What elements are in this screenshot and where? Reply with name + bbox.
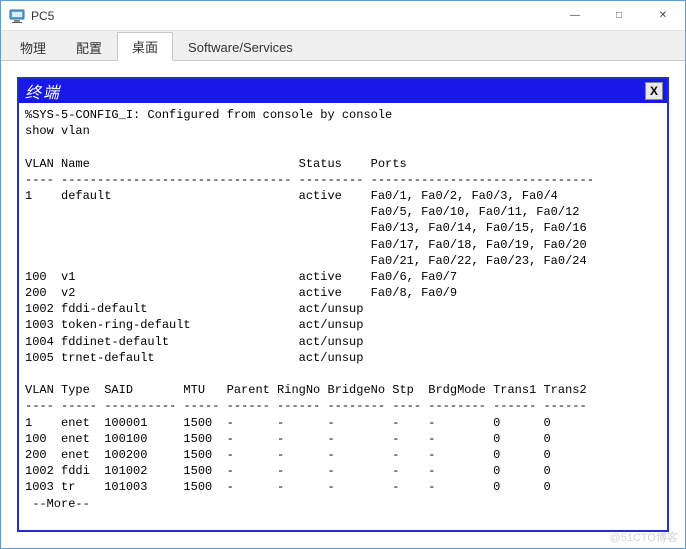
window-titlebar: PC5 — □ ✕ xyxy=(1,1,685,31)
maximize-button[interactable]: □ xyxy=(597,1,641,30)
terminal-title: 终端 xyxy=(25,79,645,103)
terminal-output[interactable]: %SYS-5-CONFIG_I: Configured from console… xyxy=(19,103,667,530)
terminal-close-button[interactable]: X xyxy=(645,82,663,100)
app-window: PC5 — □ ✕ 物理 配置 桌面 Software/Services 终端 … xyxy=(0,0,686,549)
tab-physical[interactable]: 物理 xyxy=(5,32,61,61)
main-tabs: 物理 配置 桌面 Software/Services xyxy=(1,31,685,61)
window-title: PC5 xyxy=(31,9,54,23)
tab-desktop[interactable]: 桌面 xyxy=(117,32,173,61)
minimize-button[interactable]: — xyxy=(553,1,597,30)
app-pc-icon xyxy=(9,8,25,24)
content-area: 终端 X %SYS-5-CONFIG_I: Configured from co… xyxy=(1,61,685,548)
title-left: PC5 xyxy=(1,8,553,24)
tab-config[interactable]: 配置 xyxy=(61,32,117,61)
terminal-window: 终端 X %SYS-5-CONFIG_I: Configured from co… xyxy=(17,77,669,532)
tab-software-services[interactable]: Software/Services xyxy=(173,32,308,61)
titlebar-buttons: — □ ✕ xyxy=(553,1,685,30)
terminal-titlebar: 终端 X xyxy=(19,79,667,103)
close-button[interactable]: ✕ xyxy=(641,1,685,30)
